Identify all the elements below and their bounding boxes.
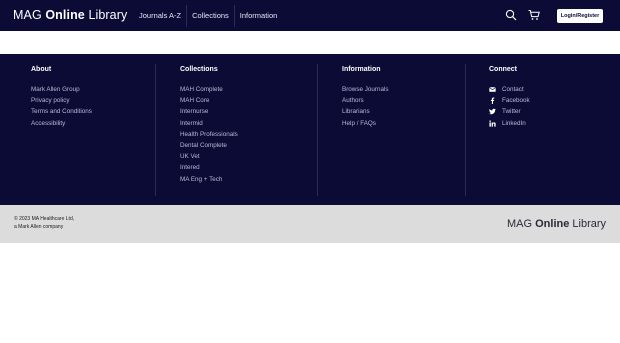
footer-link[interactable]: Help / FAQs: [342, 118, 389, 129]
logo-bold: Online: [535, 218, 570, 230]
footer-divider: [155, 64, 156, 196]
footer-link[interactable]: Intermid: [180, 118, 238, 129]
cart-icon[interactable]: [528, 9, 540, 21]
footer-link[interactable]: UK Vet: [180, 151, 238, 162]
footer-about-title: About: [31, 66, 52, 73]
bottom-bar: © 2023 MA Healthcare Ltd, a Mark Allen c…: [0, 205, 620, 243]
envelope-icon: [489, 87, 496, 92]
copyright-line-1: © 2023 MA Healthcare Ltd,: [14, 216, 75, 222]
footer-link[interactable]: Health Professionals: [180, 129, 238, 140]
footer-link[interactable]: Librarians: [342, 106, 389, 117]
footer-link[interactable]: Internurse: [180, 106, 238, 117]
logo-suffix: Library: [572, 218, 607, 230]
nav-information[interactable]: Information: [233, 5, 283, 27]
twitter-icon: [489, 109, 496, 115]
logo-prefix: MAG: [13, 8, 42, 22]
footer-information-title: Information: [342, 66, 381, 73]
site-logo[interactable]: MAG Online Library: [13, 8, 127, 22]
nav-journals-a-z[interactable]: Journals A-Z: [134, 5, 186, 27]
footer-link[interactable]: MAH Complete: [180, 84, 238, 95]
footer-facebook-link[interactable]: Facebook: [489, 95, 530, 106]
footer-divider: [317, 64, 318, 196]
footer-connect-title: Connect: [489, 66, 517, 73]
footer-link[interactable]: Mark Allen Group: [31, 84, 92, 95]
logo-prefix: MAG: [507, 218, 533, 230]
social-label: LinkedIn: [502, 119, 526, 127]
footer-link[interactable]: MAH Core: [180, 95, 238, 106]
top-navigation-bar: MAG Online Library Journals A-Z Collecti…: [0, 0, 620, 31]
footer-link[interactable]: Privacy policy: [31, 95, 92, 106]
footer-logo[interactable]: MAG Online Library: [507, 218, 606, 230]
footer-linkedin-link[interactable]: LinkedIn: [489, 118, 530, 129]
footer-link[interactable]: Dental Complete: [180, 140, 238, 151]
site-footer: About Mark Allen Group Privacy policy Te…: [0, 54, 620, 205]
footer-link[interactable]: Browse Journals: [342, 84, 389, 95]
footer-link[interactable]: Terms and Conditions: [31, 106, 92, 117]
footer-link[interactable]: Authors: [342, 95, 389, 106]
copyright-line-2: a Mark Allen company: [14, 224, 64, 230]
footer-twitter-link[interactable]: Twitter: [489, 106, 530, 117]
login-register-button[interactable]: Login/Register: [557, 9, 603, 23]
nav-collections[interactable]: Collections: [186, 5, 234, 27]
social-label: Twitter: [502, 108, 521, 116]
copyright-text: © 2023 MA Healthcare Ltd, a Mark Allen c…: [14, 215, 74, 231]
footer-link[interactable]: MA Eng + Tech: [180, 174, 238, 185]
social-label: Contact: [502, 86, 524, 93]
facebook-icon: [490, 97, 495, 105]
footer-contact-link[interactable]: Contact: [489, 84, 530, 95]
linkedin-icon: [489, 120, 496, 127]
footer-link[interactable]: Accessibility: [31, 118, 92, 129]
footer-divider: [465, 64, 466, 196]
logo-suffix: Library: [88, 8, 128, 22]
search-icon[interactable]: [505, 9, 517, 21]
footer-collections-title: Collections: [180, 66, 218, 73]
logo-bold: Online: [45, 8, 85, 22]
footer-link[interactable]: Intered: [180, 162, 238, 173]
social-label: Facebook: [502, 97, 530, 105]
main-nav: Journals A-Z Collections Information: [134, 5, 282, 27]
